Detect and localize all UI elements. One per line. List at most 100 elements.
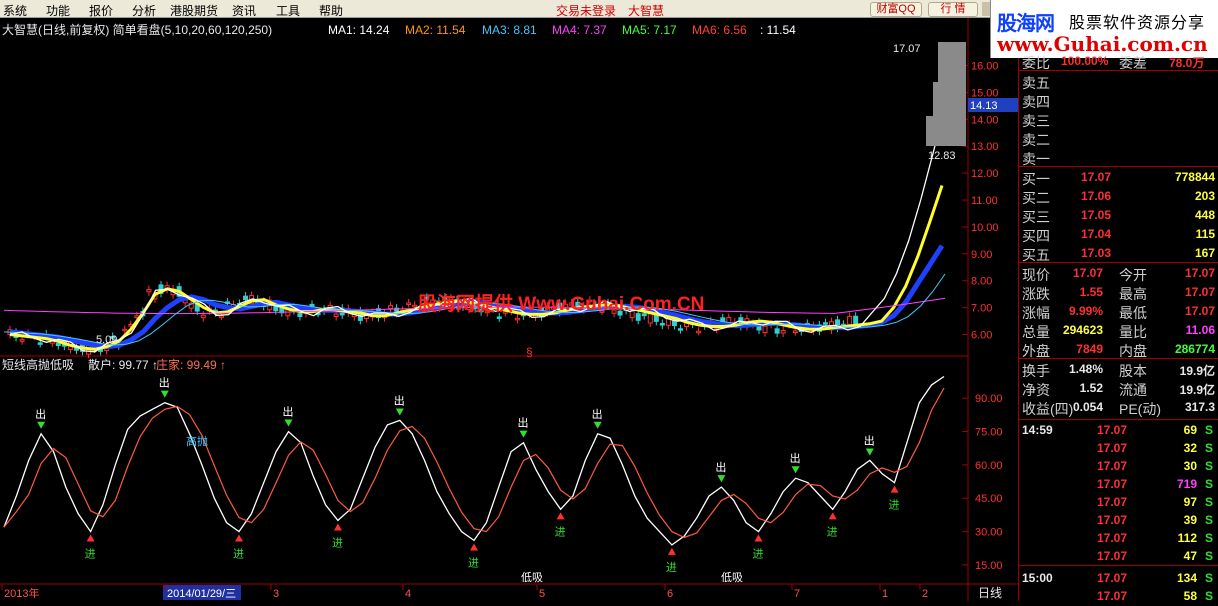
- period-label[interactable]: 日线: [978, 586, 1002, 600]
- candle-body: [406, 302, 412, 305]
- stat-value: 286774: [1174, 342, 1215, 356]
- ask-label: 卖三: [1022, 113, 1050, 129]
- buy-label: 进: [752, 548, 763, 561]
- menu-item-help[interactable]: 帮助: [319, 2, 343, 19]
- stat-value: 17.07: [1072, 266, 1103, 280]
- tick-price: 17.07: [1097, 441, 1128, 455]
- ma6-label: MA6: 6.56: [692, 23, 747, 37]
- indicator-retail-line: [3, 375, 945, 546]
- buy-arrow: [667, 547, 676, 555]
- tick-volume: 112: [1177, 531, 1197, 545]
- menu-item-system[interactable]: 系统: [3, 2, 27, 19]
- buy-arrow: [828, 512, 837, 520]
- bid-label: 买五: [1022, 247, 1050, 263]
- tick-sep: [1019, 565, 1218, 566]
- ma2-label: MA2: 11.54: [405, 23, 466, 37]
- price-axis-label: 8.00: [971, 276, 992, 288]
- bid-volume: 778844: [1174, 170, 1215, 184]
- candle-body: [647, 313, 653, 324]
- ma3-label: MA3: 8.81: [482, 23, 537, 37]
- tick-time: 14:59: [1022, 423, 1053, 437]
- tick-price: 17.07: [1097, 495, 1128, 509]
- indicator-dealer-line: [3, 387, 945, 539]
- ask-row: 卖四: [1019, 91, 1218, 110]
- chart-area[interactable]: 大智慧(日线,前复权) 简单看盘(5,10,20,60,120,250) MA1…: [0, 18, 1018, 601]
- sell-arrow: [519, 430, 528, 438]
- buy-arrow: [470, 543, 478, 551]
- market-button[interactable]: 行 情: [928, 2, 978, 17]
- menu-item-tools[interactable]: 工具: [276, 2, 300, 19]
- sell-label: 出: [864, 433, 875, 447]
- quote-panel: 委比 100.00% 委差 78.0万 卖五 卖四 卖三 卖二 卖一 买一 17.07 778…: [1018, 54, 1218, 603]
- tick-row: 15:00 17.07 134 S: [1019, 570, 1218, 588]
- buy-arrow: [235, 534, 243, 542]
- candle-body: [19, 339, 25, 342]
- candle-body: [696, 330, 702, 334]
- indicator-axis-label: 60.00: [975, 460, 1003, 472]
- tick-price: 17.07: [1097, 549, 1128, 563]
- login-status[interactable]: 交易未登录: [556, 2, 616, 19]
- buy-arrow: [86, 534, 95, 542]
- tick-side: S: [1204, 459, 1213, 473]
- menu-item-news[interactable]: 资讯: [232, 2, 256, 19]
- wealth-qq-button[interactable]: 财富QQ: [870, 2, 922, 17]
- tick-side: S: [1204, 495, 1213, 509]
- menu-item-function[interactable]: 功能: [46, 2, 70, 19]
- bid-volume: 167: [1194, 246, 1215, 260]
- menu-item-analysis[interactable]: 分析: [132, 2, 156, 19]
- sell-label: 出: [790, 451, 801, 465]
- tick-row: 17.07 32 S: [1019, 440, 1218, 458]
- stat-label: 涨跌: [1022, 286, 1050, 302]
- ask-label: 卖四: [1022, 94, 1050, 110]
- sell-label: 出: [35, 407, 46, 421]
- menu-scroll-handle[interactable]: [982, 2, 990, 16]
- stat-value: 7849: [1076, 342, 1103, 356]
- stat-label: 外盘: [1022, 343, 1050, 359]
- price-axis-label: 11.00: [971, 195, 998, 207]
- sell-arrow: [717, 475, 726, 483]
- bid-volume: 203: [1194, 189, 1215, 203]
- price-axis-label: 9.00: [971, 249, 992, 261]
- price-axis-label: 13.00: [971, 141, 999, 153]
- ma1-label: MA1: 14.24: [328, 23, 390, 37]
- ask-row: 卖二: [1019, 129, 1218, 148]
- price-axis-label: 10.00: [971, 222, 999, 234]
- current-price-text: 14.13: [970, 100, 998, 112]
- stat-row: 涨跌 1.55 最高 17.07: [1019, 283, 1218, 302]
- candle-body: [659, 322, 665, 326]
- buy-label: 进: [468, 556, 479, 569]
- quote-sep: [1019, 419, 1218, 420]
- date-label: 4: [405, 588, 411, 600]
- buy-label: 进: [666, 561, 677, 574]
- tick-volume: 39: [1183, 513, 1197, 527]
- bid-row: 买一 17.07 778844: [1019, 168, 1218, 187]
- price-axis-label: 15.00: [971, 87, 999, 99]
- stat-value: 9.99%: [1068, 304, 1103, 318]
- tick-volume: 47: [1183, 549, 1197, 563]
- sell-label: 出: [159, 376, 170, 390]
- price-axis-label: 16.00: [971, 61, 999, 73]
- buy-arrow: [890, 485, 899, 493]
- candle-body: [412, 304, 418, 308]
- section-marker: §: [526, 345, 533, 359]
- sell-arrow: [37, 421, 46, 429]
- sell-label: 出: [394, 393, 405, 407]
- buy-label: 进: [85, 548, 96, 561]
- menu-item-hk-futures[interactable]: 港股期货: [170, 2, 218, 19]
- buy-arrow: [333, 523, 342, 531]
- ask-row: 卖一: [1019, 148, 1218, 167]
- fundamental-label: 股本: [1119, 363, 1147, 379]
- candle-body: [333, 313, 339, 317]
- tick-side: S: [1204, 423, 1213, 437]
- tick-price: 17.07: [1097, 571, 1128, 585]
- stat-row: 外盘 7849 内盘 286774: [1019, 340, 1218, 359]
- buy-arrow: [556, 512, 565, 520]
- menu-item-quote[interactable]: 报价: [89, 2, 113, 19]
- ask-label: 卖二: [1022, 132, 1050, 148]
- tick-time: 15:00: [1022, 571, 1053, 585]
- tick-side: S: [1204, 549, 1213, 563]
- buy-label: 进: [555, 525, 566, 538]
- stat-label: 总量: [1022, 324, 1050, 340]
- tick-price: 17.07: [1097, 423, 1128, 437]
- bid-row: 买二 17.06 203: [1019, 187, 1218, 206]
